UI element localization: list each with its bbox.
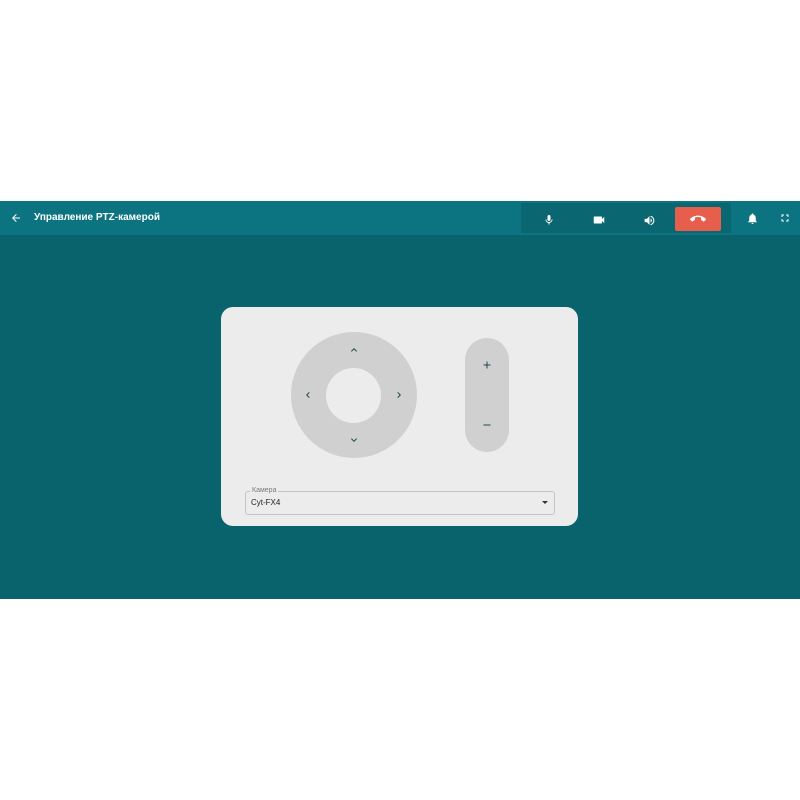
arrow-left-icon <box>12 214 20 222</box>
page-title: Управление PTZ-камерой <box>34 212 160 223</box>
pan-down-button[interactable] <box>345 431 363 449</box>
video-camera-icon <box>593 216 605 224</box>
zoom-in-button[interactable] <box>477 355 497 375</box>
fullscreen-icon <box>781 214 789 222</box>
pan-right-button[interactable] <box>390 386 408 404</box>
fullscreen-button[interactable] <box>775 208 795 228</box>
chevron-down-icon <box>351 438 357 442</box>
hangup-button[interactable] <box>675 207 721 231</box>
call-controls <box>521 203 731 233</box>
phone-hangup-icon <box>690 215 706 222</box>
camera-button[interactable] <box>576 208 622 232</box>
speaker-icon <box>644 215 654 225</box>
notifications-button[interactable] <box>742 208 762 228</box>
camera-select[interactable]: Камера Cyt-FX4 <box>245 486 555 515</box>
chevron-up-icon <box>351 348 357 352</box>
volume-button[interactable] <box>626 208 672 232</box>
back-button[interactable] <box>6 208 26 228</box>
direction-pad <box>291 332 417 458</box>
camera-select-label: Камера <box>250 486 279 495</box>
ptz-panel: Камера Cyt-FX4 <box>221 307 578 526</box>
zoom-out-button[interactable] <box>477 415 497 435</box>
camera-select-value: Cyt-FX4 <box>251 498 281 507</box>
ptz-control-screen: Управление PTZ-камерой Камера Cyt-FX4 <box>0 201 800 599</box>
bell-icon <box>747 212 757 224</box>
chevron-left-icon <box>306 392 310 398</box>
pan-left-button[interactable] <box>299 386 317 404</box>
top-app-bar: Управление PTZ-камерой <box>0 201 800 235</box>
chevron-right-icon <box>397 392 401 398</box>
plus-icon <box>483 361 491 369</box>
zoom-control <box>465 338 509 452</box>
minus-icon <box>483 424 491 426</box>
pan-up-button[interactable] <box>345 341 363 359</box>
dpad-center-button[interactable] <box>326 368 381 423</box>
microphone-icon <box>545 215 553 225</box>
mic-button[interactable] <box>526 208 572 232</box>
dropdown-caret-icon <box>542 501 548 504</box>
